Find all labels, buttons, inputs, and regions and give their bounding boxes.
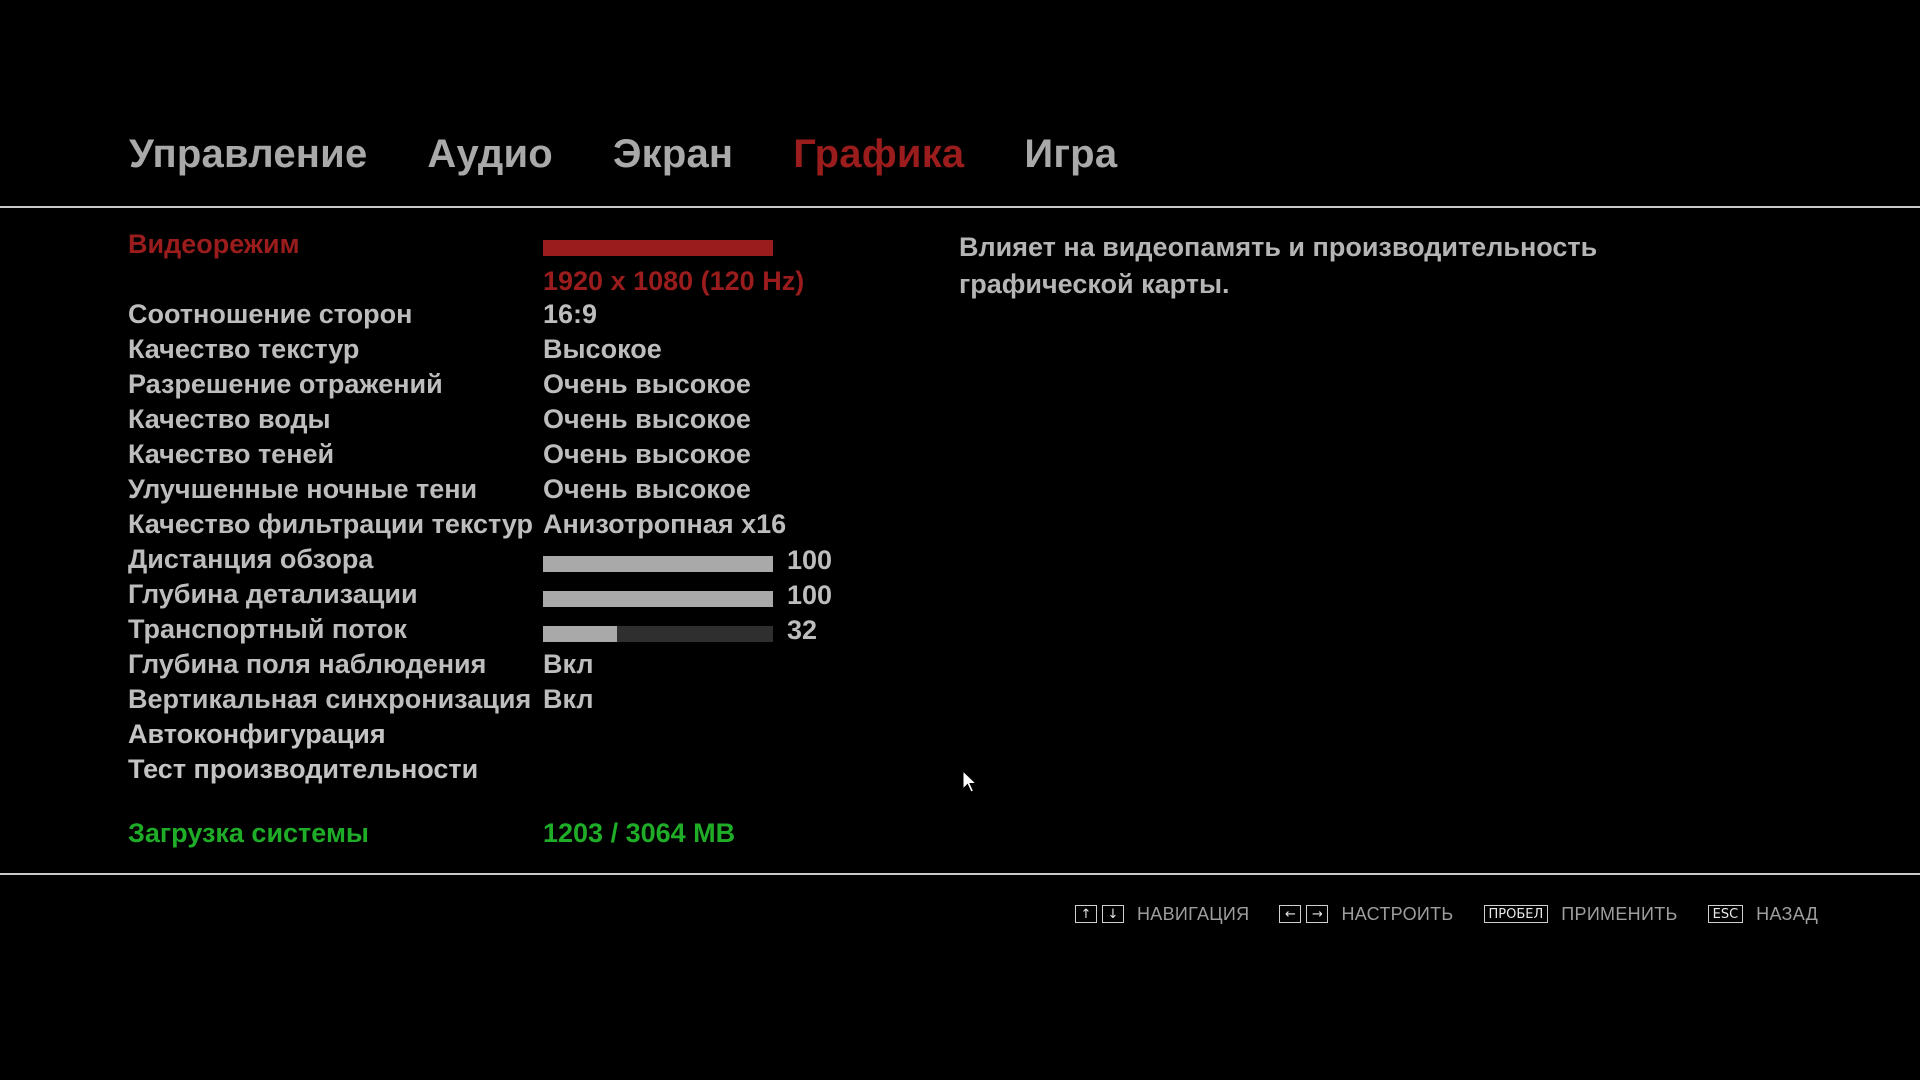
setting-aspect-ratio[interactable]: Соотношение сторон 16:9 — [128, 299, 888, 334]
setting-label: Качество теней — [128, 439, 335, 469]
selection-bar — [543, 240, 773, 256]
arrow-right-key-icon: → — [1306, 905, 1329, 923]
arrow-up-key-icon: ↑ — [1075, 905, 1097, 923]
tab-game[interactable]: Игра — [1024, 132, 1117, 177]
setting-view-distance[interactable]: Дистанция обзора 100 — [128, 544, 888, 579]
slider-fill — [543, 591, 773, 607]
setting-depth-of-field[interactable]: Глубина поля наблюдения Вкл — [128, 649, 888, 684]
setting-value: 16:9 — [543, 299, 598, 329]
setting-shadow-quality[interactable]: Качество теней Очень высокое — [128, 439, 888, 474]
slider-value: 100 — [787, 580, 833, 610]
setting-video-mode[interactable]: Видеорежим 1920 x 1080 (120 Hz) — [128, 229, 888, 299]
setting-value: 1920 x 1080 (120 Hz) — [543, 266, 805, 296]
setting-value: Вкл — [543, 649, 594, 679]
setting-value: Очень высокое — [543, 369, 751, 399]
hint-back[interactable]: ESC НАЗАД — [1707, 903, 1819, 925]
mouse-cursor-icon — [962, 770, 978, 793]
esc-key-icon: ESC — [1707, 905, 1744, 923]
hint-label: НАСТРОИТЬ — [1341, 903, 1454, 924]
detail-distance-slider[interactable] — [543, 591, 773, 607]
setting-label: Дистанция обзора — [128, 544, 374, 574]
traffic-slider[interactable] — [543, 626, 773, 642]
system-load-value: 1203 / 3064 MB — [543, 818, 736, 848]
setting-label: Качество текстур — [128, 334, 360, 364]
graphics-settings-list: Видеорежим 1920 x 1080 (120 Hz) Соотноше… — [128, 229, 888, 789]
description-line: графической карты. — [959, 269, 1230, 299]
top-divider — [0, 206, 1920, 208]
autoconfig-label: Автоконфигурация — [128, 719, 386, 749]
space-key-icon: ПРОБЕЛ — [1483, 905, 1549, 923]
bottom-divider — [0, 873, 1920, 875]
setting-value: Анизотропная x16 — [543, 509, 787, 539]
view-distance-slider[interactable] — [543, 556, 773, 572]
benchmark-button[interactable]: Тест производительности — [128, 754, 888, 789]
system-load: Загрузка системы 1203 / 3064 MB — [128, 818, 888, 854]
setting-night-shadows[interactable]: Улучшенные ночные тени Очень высокое — [128, 474, 888, 509]
arrow-down-key-icon: ↓ — [1102, 905, 1124, 923]
setting-label: Качество фильтрации текстур — [128, 509, 534, 539]
setting-texture-filtering[interactable]: Качество фильтрации текстур Анизотропная… — [128, 509, 888, 544]
control-hints: ↑ ↓ НАВИГАЦИЯ ← → НАСТРОИТЬ ПРОБЕЛ ПРИМЕ… — [1075, 902, 1848, 926]
setting-label: Вертикальная синхронизация — [128, 684, 532, 714]
arrow-left-key-icon: ← — [1279, 905, 1302, 923]
setting-label: Глубина поля наблюдения — [128, 649, 487, 679]
setting-value: Очень высокое — [543, 404, 751, 434]
setting-value: Высокое — [543, 334, 662, 364]
slider-fill — [543, 556, 773, 572]
setting-label: Транспортный поток — [128, 614, 407, 644]
setting-water-quality[interactable]: Качество воды Очень высокое — [128, 404, 888, 439]
slider-value: 32 — [787, 615, 818, 645]
tab-controls[interactable]: Управление — [129, 132, 367, 177]
hint-apply[interactable]: ПРОБЕЛ ПРИМЕНИТЬ — [1483, 903, 1678, 925]
setting-traffic[interactable]: Транспортный поток 32 — [128, 614, 888, 649]
tab-bar: Управление Аудио Экран Графика Игра — [129, 132, 1117, 177]
system-load-label: Загрузка системы — [128, 818, 369, 848]
autoconfig-button[interactable]: Автоконфигурация — [128, 719, 888, 754]
hint-label: ПРИМЕНИТЬ — [1561, 903, 1678, 924]
setting-value: Очень высокое — [543, 474, 751, 504]
setting-value: Вкл — [543, 684, 594, 714]
setting-detail-distance[interactable]: Глубина детализации 100 — [128, 579, 888, 614]
slider-value: 100 — [787, 545, 833, 575]
hint-navigate: ↑ ↓ НАВИГАЦИЯ — [1075, 904, 1249, 925]
setting-value: Очень высокое — [543, 439, 751, 469]
tab-display[interactable]: Экран — [613, 132, 733, 177]
setting-label: Улучшенные ночные тени — [128, 474, 478, 504]
setting-label: Глубина детализации — [128, 579, 418, 609]
slider-fill — [543, 626, 617, 642]
setting-description: Влияет на видеопамять и производительнос… — [959, 229, 1659, 303]
setting-texture-quality[interactable]: Качество текстур Высокое — [128, 334, 888, 369]
setting-label: Соотношение сторон — [128, 299, 413, 329]
setting-reflection-resolution[interactable]: Разрешение отражений Очень высокое — [128, 369, 888, 404]
hint-adjust: ← → НАСТРОИТЬ — [1279, 904, 1453, 925]
tab-audio[interactable]: Аудио — [427, 132, 553, 177]
setting-label: Качество воды — [128, 404, 331, 434]
setting-label: Разрешение отражений — [128, 369, 443, 399]
description-line: Влияет на видеопамять и производительнос… — [959, 232, 1598, 262]
tab-graphics[interactable]: Графика — [793, 132, 964, 177]
hint-label: НАВИГАЦИЯ — [1137, 903, 1250, 924]
setting-label: Видеорежим — [128, 229, 300, 259]
setting-vsync[interactable]: Вертикальная синхронизация Вкл — [128, 684, 888, 719]
hint-label: НАЗАД — [1756, 903, 1819, 924]
benchmark-label: Тест производительности — [128, 754, 479, 784]
